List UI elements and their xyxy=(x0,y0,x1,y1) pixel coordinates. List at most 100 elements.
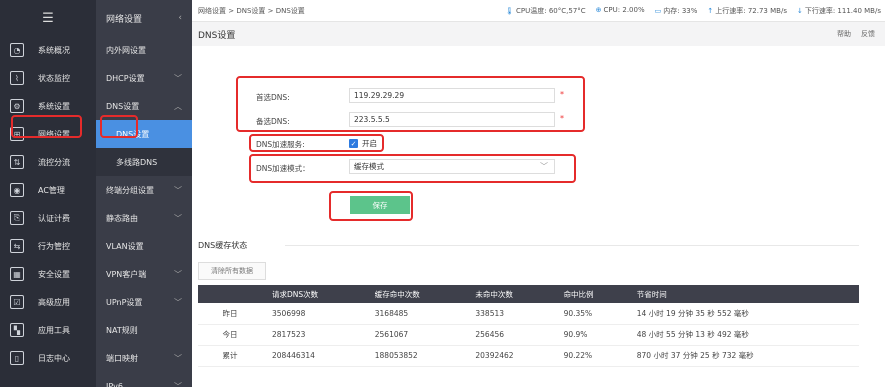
help-link[interactable]: 帮助 xyxy=(837,29,851,39)
sidebar-item-2[interactable]: ⚙ 系统设置 xyxy=(0,92,96,120)
subnav-item-label: DNS设置 xyxy=(116,129,150,139)
sub-sidebar-title: 网络设置 ‹ xyxy=(96,0,192,36)
column-header: 请求DNS次数 xyxy=(262,285,365,303)
column-header: 缓存命中次数 xyxy=(364,285,466,303)
top-header: 网络设置 > DNS设置 > DNS设置 🌡 CPU温度: 60°C,57°C ⊕… xyxy=(192,0,885,22)
behavior-icon: ⇆ xyxy=(10,239,24,253)
auth-icon: ⎘ xyxy=(10,211,24,225)
sidebar-item-10[interactable]: ▚ 应用工具 xyxy=(0,316,96,344)
dns-accel-toggle[interactable]: ✓ 开启 xyxy=(349,138,377,149)
feedback-link[interactable]: 反馈 xyxy=(861,29,875,39)
chevron-down-icon: ﹀ xyxy=(540,162,548,171)
dns-accel-mode-select[interactable]: 缓存模式 ﹀ xyxy=(349,159,555,174)
subnav-item-label: VLAN设置 xyxy=(106,241,144,251)
chevron-down-icon: ﹀ xyxy=(174,73,182,83)
sidebar-item-1[interactable]: ⌇ 状态监控 xyxy=(0,64,96,92)
column-header: 命中比例 xyxy=(553,285,627,303)
memory-icon: ▭ xyxy=(654,7,662,15)
chevron-down-icon: ﹀ xyxy=(174,297,182,307)
table-row: 今日 2817523 2561067 256456 90.9% 48 小时 55 分钟 1… xyxy=(198,324,859,346)
subnav-item-2[interactable]: DNS设置 ︿ xyxy=(96,92,192,120)
subnav-item-11[interactable]: 端口映射 ﹀ xyxy=(96,344,192,372)
sidebar-item-6[interactable]: ⎘ 认证计费 xyxy=(0,204,96,232)
thermometer-icon: 🌡 xyxy=(505,7,515,15)
table-cell: 昨日 xyxy=(198,303,262,325)
arrow-up-icon: ↑ xyxy=(707,7,714,15)
sidebar-item-label: 网络设置 xyxy=(38,129,70,139)
dns-accel-label: DNS加速服务: xyxy=(256,140,305,149)
sidebar-item-label: 状态监控 xyxy=(38,73,70,83)
monitor-icon: ⌇ xyxy=(10,71,24,85)
subnav-item-label: NAT规则 xyxy=(106,325,138,335)
cache-section-title: DNS缓存状态 xyxy=(198,241,248,250)
dns-accel-mode-label: DNS加速模式： xyxy=(256,164,310,173)
table-cell: 2561067 xyxy=(364,324,466,346)
subnav-item-4[interactable]: 多线路DNS xyxy=(96,148,192,176)
subnav-item-label: 静态路由 xyxy=(106,213,138,223)
subnav-item-3[interactable]: DNS设置 xyxy=(96,120,192,148)
dashboard-icon: ◔ xyxy=(10,43,24,57)
table-cell: 48 小时 55 分钟 13 秒 492 毫秒 xyxy=(626,324,859,346)
network-icon: ⊞ xyxy=(10,127,24,141)
sidebar-item-label: 系统设置 xyxy=(38,101,70,111)
column-header xyxy=(198,285,262,303)
table-cell: 2817523 xyxy=(262,324,365,346)
advanced-icon: ☑ xyxy=(10,295,24,309)
table-cell: 3168485 xyxy=(364,303,466,325)
table-cell: 870 小时 37 分钟 25 秒 732 毫秒 xyxy=(626,345,859,367)
subnav-item-7[interactable]: VLAN设置 xyxy=(96,232,192,260)
sidebar-item-0[interactable]: ◔ 系统概况 xyxy=(0,36,96,64)
cpu-icon: ⊕ xyxy=(595,6,602,14)
collapse-menu-icon[interactable]: ☰ xyxy=(0,0,96,36)
table-cell: 14 小时 19 分钟 35 秒 552 毫秒 xyxy=(626,303,859,325)
gear-icon: ⚙ xyxy=(10,99,24,113)
subnav-item-label: 内外网设置 xyxy=(106,45,146,55)
subnav-item-5[interactable]: 终端分组设置 ﹀ xyxy=(96,176,192,204)
sidebar-item-4[interactable]: ⇅ 流控分流 xyxy=(0,148,96,176)
cpu-stat: ⊕ CPU: 2.00% xyxy=(595,6,645,14)
log-icon: ▯ xyxy=(10,351,24,365)
sidebar-item-7[interactable]: ⇆ 行为管控 xyxy=(0,232,96,260)
subnav-item-label: DHCP设置 xyxy=(106,73,145,83)
column-header: 节省时间 xyxy=(626,285,859,303)
flow-control-icon: ⇅ xyxy=(10,155,24,169)
checkbox-checked-icon[interactable]: ✓ xyxy=(349,139,358,148)
subnav-item-10[interactable]: NAT规则 xyxy=(96,316,192,344)
ac-icon: ◉ xyxy=(10,183,24,197)
chevron-down-icon: ﹀ xyxy=(174,353,182,363)
chevron-left-icon[interactable]: ‹ xyxy=(178,13,182,23)
dns-cache-table: 请求DNS次数 缓存命中次数 未命中次数 命中比例 节省时间 昨日 3506998 3168… xyxy=(198,285,859,367)
sidebar-item-9[interactable]: ☑ 高级应用 xyxy=(0,288,96,316)
subnav-item-12[interactable]: IPv6 ﹀ xyxy=(96,372,192,387)
sidebar-item-8[interactable]: ▦ 安全设置 xyxy=(0,260,96,288)
sidebar-item-label: 应用工具 xyxy=(38,325,70,335)
sidebar-item-3[interactable]: ⊞ 网络设置 xyxy=(0,120,96,148)
subnav-item-label: IPv6 xyxy=(106,381,124,387)
subnav-item-label: 多线路DNS xyxy=(116,157,158,167)
table-row: 昨日 3506998 3168485 338513 90.35% 14 小时 19 分钟 … xyxy=(198,303,859,325)
breadcrumb: 网络设置 > DNS设置 > DNS设置 xyxy=(198,6,305,15)
cpu-temp-stat: 🌡 CPU温度: 60°C,57°C xyxy=(505,7,586,15)
upload-stat: ↑ 上行速率: 72.73 MB/s xyxy=(707,7,787,15)
subnav-item-9[interactable]: UPnP设置 ﹀ xyxy=(96,288,192,316)
secondary-dns-input[interactable]: 223.5.5.5 xyxy=(349,112,555,127)
subnav-item-label: 终端分组设置 xyxy=(106,185,154,195)
clear-data-button[interactable]: 清除所有数据 xyxy=(198,262,266,280)
sidebar-item-label: 系统概况 xyxy=(38,45,70,55)
sidebar-item-5[interactable]: ◉ AC管理 xyxy=(0,176,96,204)
main-sidebar: ☰ ◔ 系统概况 ⌇ 状态监控 ⚙ 系统设置 ⊞ 网络设置 ⇅ 流控分流 ◉ AC管理 ⎘ 认证计费 ⇆ 行为… xyxy=(0,0,96,387)
column-header: 未命中次数 xyxy=(465,285,554,303)
subnav-item-label: 端口映射 xyxy=(106,353,138,363)
subnav-item-0[interactable]: 内外网设置 xyxy=(96,36,192,64)
subnav-item-label: DNS设置 xyxy=(106,101,140,111)
table-cell: 188053852 xyxy=(364,345,466,367)
table-cell: 338513 xyxy=(465,303,554,325)
table-cell: 累计 xyxy=(198,345,262,367)
sidebar-item-11[interactable]: ▯ 日志中心 xyxy=(0,344,96,372)
primary-dns-label: 首选DNS: xyxy=(256,93,290,102)
subnav-item-1[interactable]: DHCP设置 ﹀ xyxy=(96,64,192,92)
save-button[interactable]: 保存 xyxy=(350,196,410,214)
subnav-item-6[interactable]: 静态路由 ﹀ xyxy=(96,204,192,232)
subnav-item-8[interactable]: VPN客户端 ﹀ xyxy=(96,260,192,288)
primary-dns-input[interactable]: 119.29.29.29 xyxy=(349,88,555,103)
